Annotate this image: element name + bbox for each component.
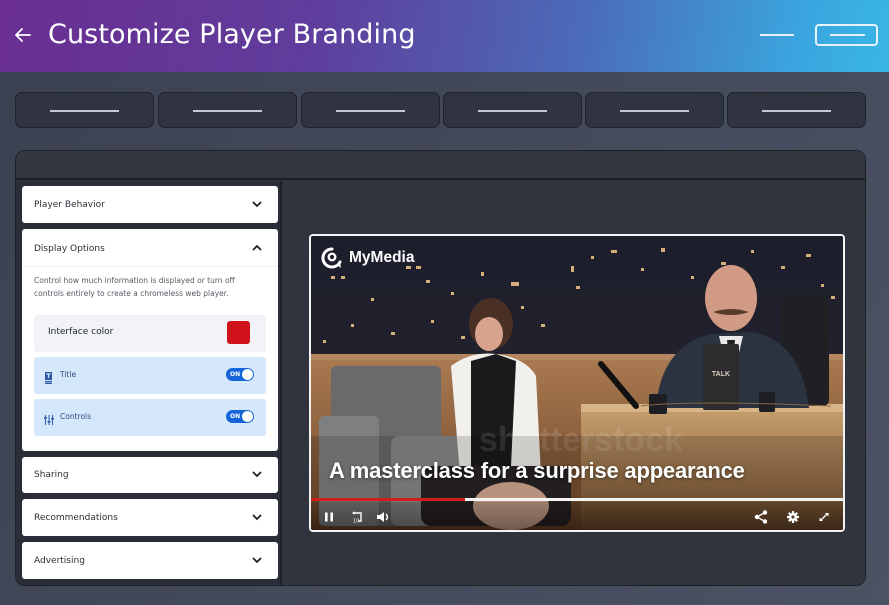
- interface-color-row: Interface color: [34, 315, 266, 352]
- player-preview-area: TALK shutterstock MyMedia A masterclass …: [284, 181, 865, 585]
- tab-6[interactable]: [727, 92, 866, 128]
- sliders-icon: [44, 411, 54, 425]
- chevron-down-icon[interactable]: [252, 469, 262, 479]
- divider: [22, 266, 278, 267]
- interface-color-swatch[interactable]: [227, 321, 250, 344]
- player-controls: 10: [311, 502, 843, 530]
- toggle-knob: [242, 369, 253, 380]
- brand-name: MyMedia: [349, 249, 415, 266]
- title-toggle-label: Title: [60, 370, 77, 379]
- fullscreen-icon[interactable]: [816, 509, 832, 525]
- brand-logo: MyMedia: [321, 246, 414, 270]
- video-player[interactable]: TALK shutterstock MyMedia A masterclass …: [309, 234, 845, 532]
- tab-label-placeholder: [762, 110, 831, 112]
- tab-label-placeholder: [336, 110, 405, 112]
- main-panel: Player Behavior Display Options Control …: [15, 150, 866, 586]
- accordion-label: Sharing: [34, 470, 69, 480]
- toggle-state-text: ON: [230, 413, 241, 420]
- accordion-recommendations[interactable]: Recommendations: [22, 499, 278, 536]
- chevron-down-icon[interactable]: [252, 555, 262, 565]
- tab-4[interactable]: [443, 92, 582, 128]
- header-bar: Customize Player Branding: [0, 0, 889, 72]
- tab-1[interactable]: [15, 92, 154, 128]
- accordion-label: Display Options: [34, 244, 105, 254]
- accordion-label: Player Behavior: [34, 200, 105, 210]
- tab-label-placeholder: [620, 110, 689, 112]
- interface-color-label: Interface color: [48, 327, 114, 337]
- accordion-display-options[interactable]: Display Options Control how much informa…: [22, 229, 278, 451]
- section-description: Control how much information is displaye…: [34, 276, 235, 298]
- title-toggle-row: Title ON: [34, 357, 266, 394]
- chevron-up-icon[interactable]: [252, 243, 262, 253]
- back-arrow-icon[interactable]: [12, 22, 34, 48]
- progress-bar[interactable]: [311, 498, 843, 501]
- pause-icon[interactable]: [321, 509, 337, 525]
- mymedia-logo-icon: [321, 247, 342, 269]
- controls-toggle-label: Controls: [60, 412, 92, 421]
- video-title: A masterclass for a surprise appearance: [329, 458, 745, 483]
- accordion-sharing[interactable]: Sharing: [22, 457, 278, 493]
- tab-label-placeholder: [478, 110, 547, 112]
- toggle-knob: [242, 411, 253, 422]
- svg-text:10: 10: [353, 519, 359, 525]
- tab-5[interactable]: [585, 92, 724, 128]
- accordion-advertising[interactable]: Advertising: [22, 542, 278, 579]
- svg-text:TALK: TALK: [712, 371, 730, 378]
- progress-fill: [311, 498, 466, 501]
- controls-toggle-row: Controls ON: [34, 399, 266, 436]
- video-frame: TALK shutterstock: [311, 236, 843, 530]
- settings-icon[interactable]: [785, 509, 801, 525]
- tab-label-placeholder: [193, 110, 262, 112]
- panel-header: [16, 151, 865, 180]
- accordion-label: Recommendations: [34, 513, 118, 523]
- replay-10-icon[interactable]: 10: [348, 509, 364, 525]
- accordion-player-behavior[interactable]: Player Behavior: [22, 186, 278, 223]
- settings-sidebar[interactable]: Player Behavior Display Options Control …: [16, 181, 282, 585]
- chevron-down-icon[interactable]: [252, 199, 262, 209]
- title-icon: [44, 369, 54, 384]
- page-title: Customize Player Branding: [48, 19, 416, 50]
- tab-label-placeholder: [50, 110, 119, 112]
- share-icon[interactable]: [753, 509, 769, 525]
- toggle-state-text: ON: [230, 371, 241, 378]
- header-button-label-placeholder: [830, 34, 865, 36]
- accordion-label: Advertising: [34, 556, 85, 566]
- title-toggle-switch[interactable]: ON: [226, 368, 254, 381]
- volume-icon[interactable]: [375, 509, 391, 525]
- chevron-down-icon[interactable]: [252, 512, 262, 522]
- controls-toggle-switch[interactable]: ON: [226, 410, 254, 423]
- tab-2[interactable]: [158, 92, 297, 128]
- tab-3[interactable]: [301, 92, 440, 128]
- header-outline-button[interactable]: [815, 24, 878, 46]
- header-link-button[interactable]: [760, 34, 794, 36]
